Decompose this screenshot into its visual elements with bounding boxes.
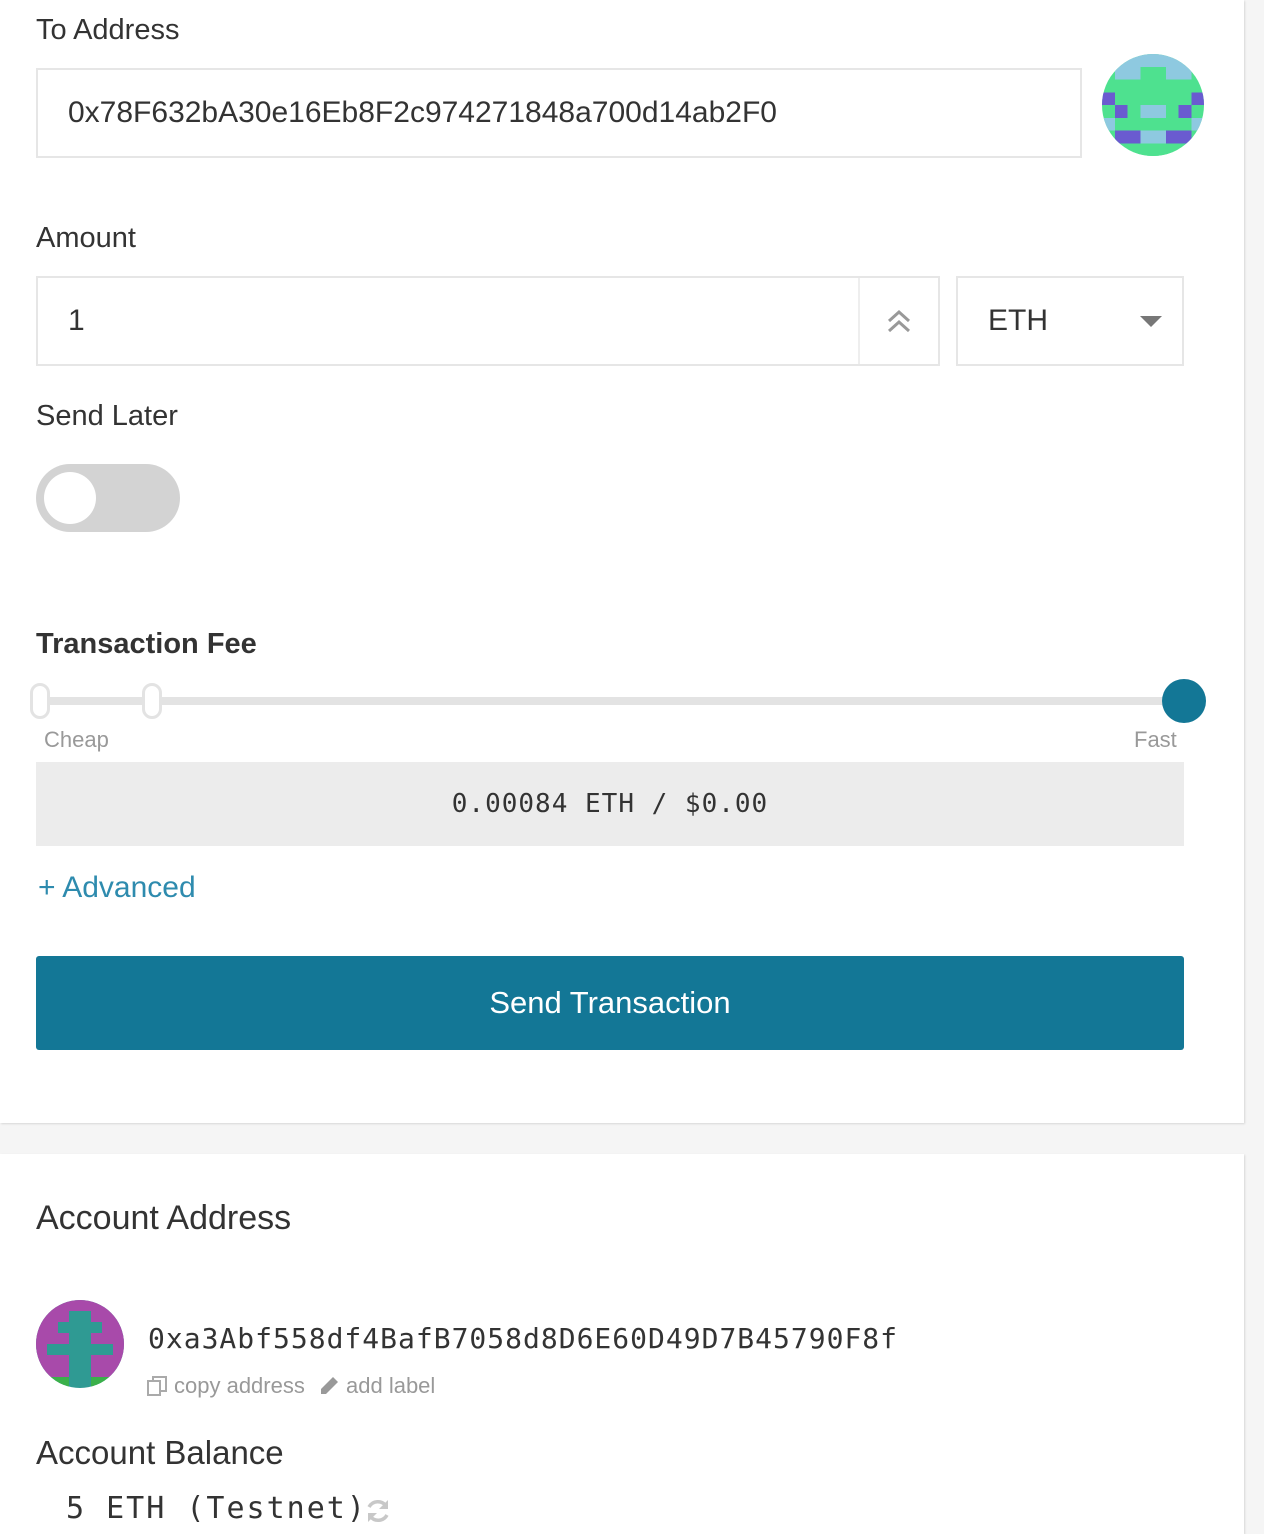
double-chevron-up-icon [887, 309, 911, 333]
fee-display: 0.00084 ETH / $0.00 [36, 762, 1184, 846]
transaction-fee-label: Transaction Fee [36, 628, 257, 660]
advanced-link[interactable]: + Advanced [38, 871, 196, 905]
add-label-button[interactable]: add label [318, 1373, 435, 1399]
send-form-card: To Address 0x78F632bA30e16Eb8F2c97427184… [0, 0, 1244, 1123]
add-label-text: add label [346, 1373, 436, 1398]
send-transaction-button[interactable]: Send Transaction [36, 956, 1184, 1050]
to-address-input[interactable]: 0x78F632bA30e16Eb8F2c974271848a700d14ab2… [36, 68, 1082, 158]
account-address-value: 0xa3Abf558df4BafB7058d8D6E60D49D7B45790F… [148, 1322, 899, 1355]
fee-slider-step[interactable] [30, 683, 50, 719]
amount-label: Amount [36, 222, 136, 254]
pencil-icon [321, 1377, 338, 1394]
recipient-identicon [1102, 54, 1204, 156]
max-amount-button[interactable] [858, 278, 938, 364]
account-balance-heading: Account Balance [36, 1434, 284, 1471]
fee-cheap-label: Cheap [44, 727, 109, 752]
send-later-label: Send Later [36, 400, 178, 432]
account-address-heading: Account Address [36, 1199, 292, 1237]
copy-address-button[interactable]: copy address [146, 1373, 305, 1399]
copy-address-label: copy address [174, 1373, 305, 1398]
account-identicon [36, 1300, 124, 1388]
fee-slider-step[interactable] [142, 683, 162, 719]
to-address-label: To Address [36, 14, 180, 46]
unit-select[interactable]: ETH [956, 276, 1184, 366]
toggle-knob [44, 472, 96, 524]
amount-input[interactable]: 1 [36, 276, 940, 366]
amount-value: 1 [68, 304, 85, 337]
to-address-value: 0x78F632bA30e16Eb8F2c974271848a700d14ab2… [68, 96, 777, 129]
caret-down-icon [1140, 316, 1162, 327]
unit-select-value: ETH [988, 304, 1048, 337]
fee-fast-label: Fast [1134, 727, 1177, 752]
fee-slider-track[interactable] [40, 697, 1184, 705]
account-balance-value: 5 ETH (Testnet) [66, 1491, 367, 1526]
copy-icon [147, 1376, 167, 1396]
refresh-icon[interactable] [364, 1497, 392, 1525]
fee-amount: 0.00084 ETH / $0.00 [451, 789, 769, 819]
send-later-toggle[interactable] [36, 464, 180, 532]
fee-slider-handle[interactable] [1162, 679, 1206, 723]
